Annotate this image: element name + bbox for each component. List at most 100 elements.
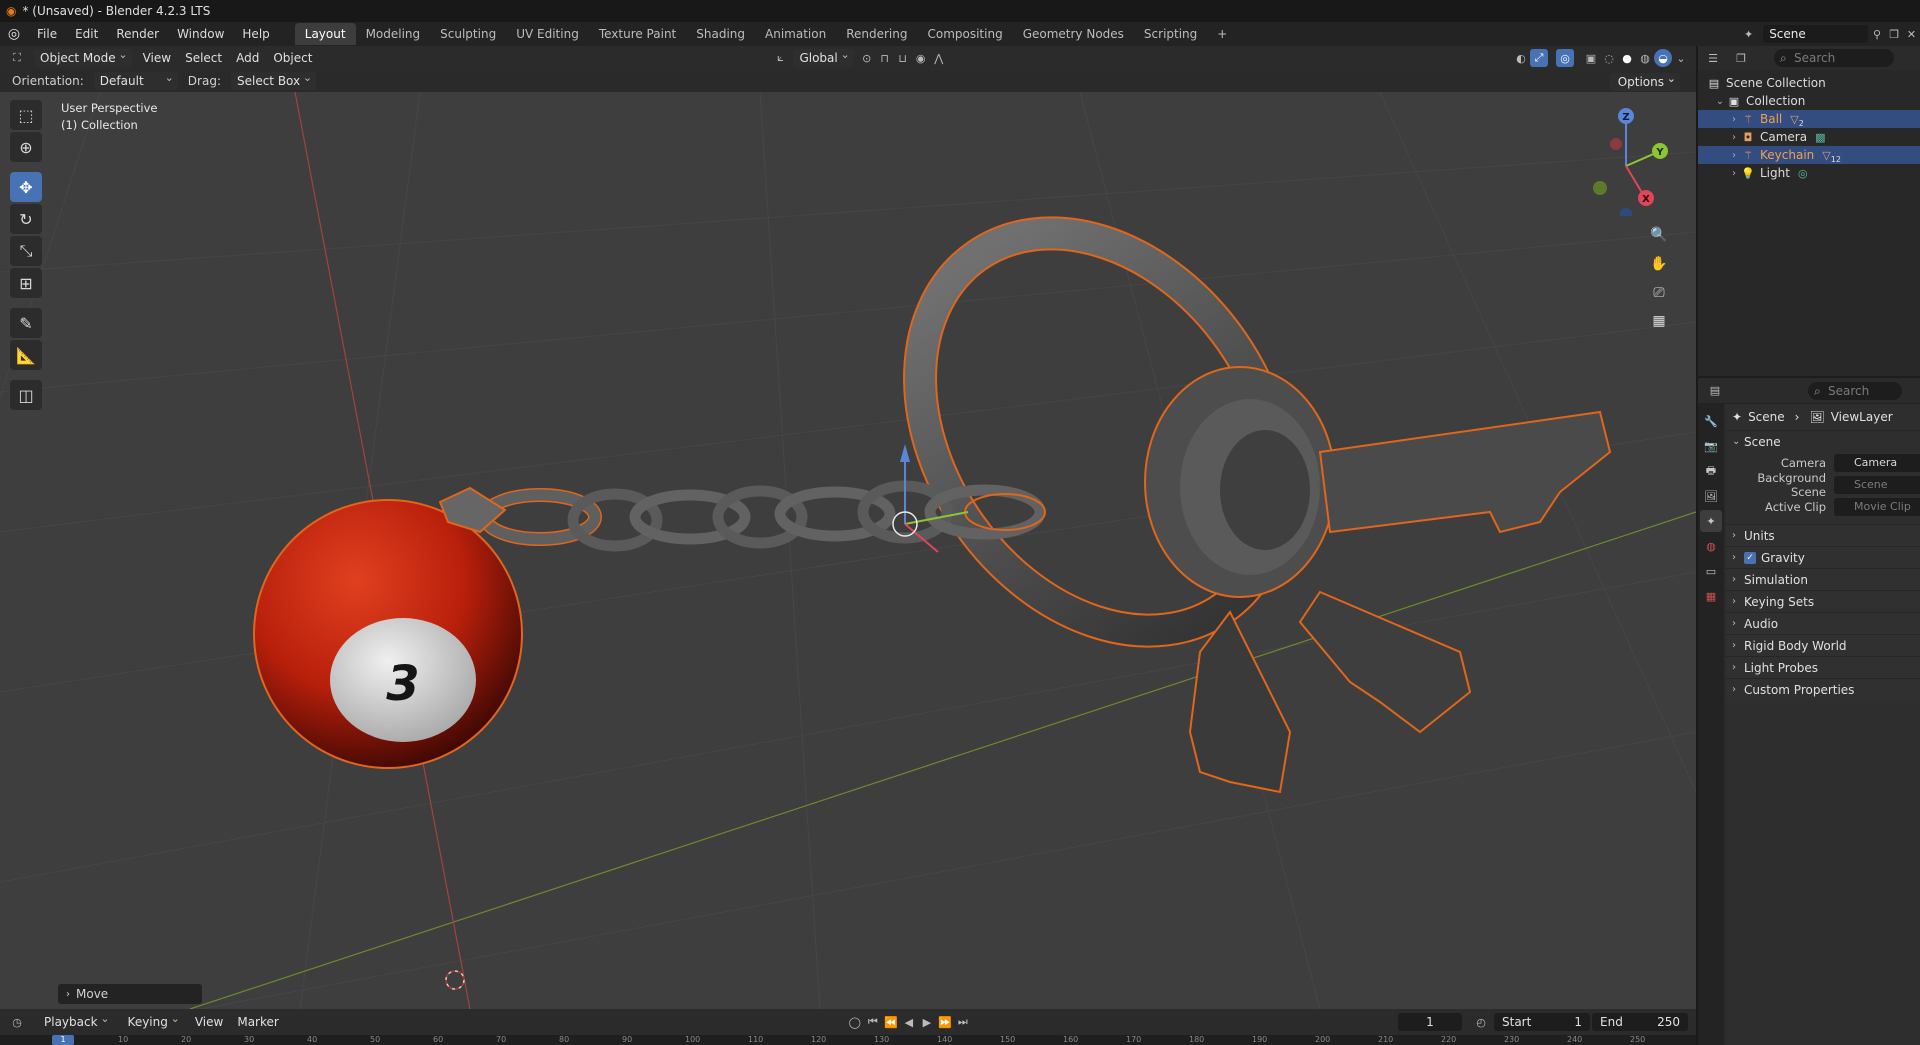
display-mode-icon[interactable]: ❐ — [1732, 49, 1750, 67]
tab-sculpting[interactable]: Sculpting — [430, 23, 506, 45]
tab-shading[interactable]: Shading — [686, 23, 755, 45]
collection-tab-icon[interactable]: ▭ — [1700, 560, 1722, 582]
options-dropdown[interactable]: Options — [1609, 70, 1680, 91]
rigid-body-world-panel-header[interactable]: › Rigid Body World — [1726, 634, 1920, 656]
render-tab-icon[interactable]: 📷 — [1700, 435, 1722, 457]
overlay-toggle-icon[interactable]: ◎ — [1556, 49, 1574, 67]
jump-keyframe-back-icon[interactable]: ⏪ — [882, 1013, 900, 1031]
playback-menu[interactable]: Playback — [38, 1010, 114, 1031]
auto-keying-icon[interactable]: ◯ — [846, 1013, 864, 1031]
snap-target-icon[interactable]: ⊔ — [894, 49, 912, 67]
jump-end-icon[interactable]: ⏭ — [954, 1013, 972, 1031]
properties-search-input[interactable]: Search — [1808, 381, 1902, 400]
measure-tool-icon[interactable]: 📐 — [10, 340, 42, 370]
start-frame-field[interactable]: Start 1 — [1494, 1013, 1590, 1031]
menu-render[interactable]: Render — [107, 23, 168, 45]
current-frame-field[interactable]: 1 — [1398, 1013, 1462, 1031]
collection-row[interactable]: ⌄ ▣ Collection — [1698, 92, 1920, 110]
timeline-marker-menu[interactable]: Marker — [230, 1015, 285, 1029]
texture-tab-icon[interactable]: ▦ — [1700, 585, 1722, 607]
viewport-menu-select[interactable]: Select — [178, 51, 229, 65]
cursor-tool-icon[interactable]: ⊕ — [10, 132, 42, 162]
pivot-point-icon[interactable]: ⊙ — [858, 49, 876, 67]
new-scene-icon[interactable]: ❐ — [1886, 25, 1903, 43]
rotate-tool-icon[interactable]: ↻ — [10, 204, 42, 234]
outliner-item-camera[interactable]: › ◘ Camera ▩ — [1698, 128, 1920, 146]
custom-properties-panel-header[interactable]: › Custom Properties — [1726, 678, 1920, 700]
perspective-toggle-icon[interactable]: ▦ — [1646, 308, 1672, 334]
menu-file[interactable]: File — [28, 23, 66, 45]
scene-collection-row[interactable]: ▤ Scene Collection — [1698, 74, 1920, 92]
move-tool-icon[interactable]: ✥ — [10, 172, 42, 202]
camera-view-icon[interactable]: ⎚ — [1646, 280, 1672, 306]
menu-window[interactable]: Window — [168, 23, 233, 45]
outliner-item-ball[interactable]: › ⚚ Ball ▽ 2 — [1698, 110, 1920, 128]
xray-icon[interactable]: ▣ — [1582, 49, 1600, 67]
delete-scene-icon[interactable]: ✕ — [1903, 25, 1920, 43]
editor-type-icon[interactable]: ⛶ — [8, 49, 26, 67]
mode-dropdown[interactable]: Object Mode — [34, 46, 132, 67]
blender-logo-icon[interactable]: ◎ — [0, 26, 28, 42]
timeline-ruler[interactable]: 1 10 20 30 40 50 60 70 80 90 100 110 120 130 140 150 16… — [0, 1035, 1696, 1045]
chevron-right-icon[interactable]: › — [1728, 168, 1740, 179]
active-clip-field[interactable]: Movie Clip — [1834, 498, 1920, 516]
tab-modeling[interactable]: Modeling — [356, 23, 431, 45]
material-shading-icon[interactable]: ◍ — [1636, 49, 1654, 67]
tab-layout[interactable]: Layout — [294, 23, 356, 45]
chevron-right-icon[interactable]: › — [1728, 114, 1740, 125]
add-cube-tool-icon[interactable]: ◫ — [10, 380, 42, 410]
preview-range-icon[interactable]: ◴ — [1472, 1013, 1490, 1031]
timeline-editor-type-icon[interactable]: ◷ — [8, 1013, 26, 1031]
tab-compositing[interactable]: Compositing — [917, 23, 1012, 45]
scene-panel-header[interactable]: ⌄ Scene — [1726, 430, 1920, 452]
last-operator-panel[interactable]: › Move — [58, 984, 202, 1004]
transform-orientation-dropdown[interactable]: Global — [793, 46, 854, 67]
jump-start-icon[interactable]: ⏮ — [864, 1013, 882, 1031]
keying-menu[interactable]: Keying — [122, 1010, 184, 1031]
audio-panel-header[interactable]: › Audio — [1726, 612, 1920, 634]
viewport-menu-view[interactable]: View — [136, 51, 178, 65]
tab-animation[interactable]: Animation — [755, 23, 836, 45]
menu-edit[interactable]: Edit — [66, 23, 107, 45]
chevron-right-icon[interactable]: › — [1728, 132, 1740, 143]
background-scene-field[interactable]: Scene — [1834, 476, 1920, 494]
zoom-view-icon[interactable]: 🔍 — [1646, 222, 1672, 248]
outliner-editor-type-icon[interactable]: ☰ — [1704, 49, 1722, 67]
camera-field[interactable]: Camera — [1834, 454, 1920, 472]
light-probes-panel-header[interactable]: › Light Probes — [1726, 656, 1920, 678]
tab-uv-editing[interactable]: UV Editing — [506, 23, 589, 45]
viewport-scene[interactable]: 3 — [0, 92, 1696, 1009]
snap-icon[interactable]: ⊓ — [876, 49, 894, 67]
chevron-down-icon[interactable]: ⌄ — [1714, 96, 1726, 107]
outliner-item-keychain[interactable]: › ⚚ Keychain ▽ 12 — [1698, 146, 1920, 164]
shading-options-icon[interactable]: ⌄ — [1672, 49, 1690, 67]
falloff-icon[interactable]: ⋀ — [930, 49, 948, 67]
transform-tool-icon[interactable]: ⊞ — [10, 268, 42, 298]
end-frame-field[interactable]: End 250 — [1592, 1013, 1688, 1031]
gravity-checkbox[interactable]: ✓ — [1744, 551, 1756, 564]
play-icon[interactable]: ▶ — [918, 1013, 936, 1031]
gizmo-toggle-icon[interactable]: ⤢ — [1530, 49, 1548, 67]
scene-name-field[interactable]: Scene — [1763, 25, 1869, 43]
drag-dropdown[interactable]: Select Box — [230, 69, 317, 90]
timeline-view-menu[interactable]: View — [188, 1015, 230, 1029]
tool-tab-icon[interactable]: 🔧 — [1700, 410, 1722, 432]
orientation-dropdown[interactable]: Default — [93, 69, 178, 90]
proportional-edit-icon[interactable]: ◉ — [912, 49, 930, 67]
rendered-shading-icon[interactable]: ◒ — [1654, 49, 1672, 67]
pan-view-icon[interactable]: ✋ — [1646, 251, 1672, 277]
tab-scripting[interactable]: Scripting — [1134, 23, 1207, 45]
select-box-tool-icon[interactable]: ⬚ — [10, 100, 42, 130]
gravity-panel-header[interactable]: › ✓ Gravity — [1726, 546, 1920, 568]
outliner-search-input[interactable]: Search — [1774, 49, 1894, 67]
viewport-menu-add[interactable]: Add — [229, 51, 266, 65]
camera-data-icon[interactable]: ▩ — [1815, 131, 1825, 144]
jump-keyframe-forward-icon[interactable]: ⏩ — [936, 1013, 954, 1031]
world-tab-icon[interactable]: ◍ — [1700, 535, 1722, 557]
chevron-right-icon[interactable]: › — [1728, 150, 1740, 161]
scene-tab-icon[interactable]: ✦ — [1700, 510, 1722, 532]
simulation-panel-header[interactable]: › Simulation — [1726, 568, 1920, 590]
units-panel-header[interactable]: › Units — [1726, 524, 1920, 546]
add-workspace-button[interactable]: + — [1207, 23, 1237, 45]
tab-geometry-nodes[interactable]: Geometry Nodes — [1013, 23, 1134, 45]
